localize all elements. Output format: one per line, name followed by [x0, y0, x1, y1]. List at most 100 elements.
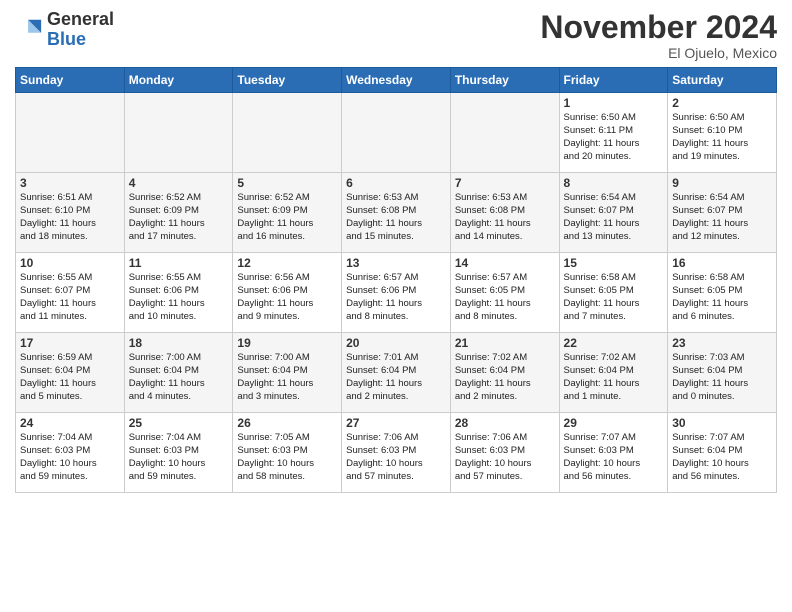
calendar-header-wednesday: Wednesday — [342, 68, 451, 93]
day-info: Sunrise: 6:59 AM Sunset: 6:04 PM Dayligh… — [20, 352, 120, 403]
calendar-cell: 18 Sunrise: 7:00 AM Sunset: 6:04 PM Dayli… — [124, 333, 233, 413]
calendar-header-sunday: Sunday — [16, 68, 125, 93]
day-info: Sunrise: 7:07 AM Sunset: 6:04 PM Dayligh… — [672, 432, 772, 483]
day-number: 1 — [564, 96, 664, 110]
calendar-table: SundayMondayTuesdayWednesdayThursdayFrid… — [15, 67, 777, 493]
calendar-header-monday: Monday — [124, 68, 233, 93]
day-number: 22 — [564, 336, 664, 350]
calendar-cell: 12 Sunrise: 6:56 AM Sunset: 6:06 PM Dayli… — [233, 253, 342, 333]
calendar-header-thursday: Thursday — [450, 68, 559, 93]
day-info: Sunrise: 6:58 AM Sunset: 6:05 PM Dayligh… — [564, 272, 664, 323]
header: General Blue November 2024 El Ojuelo, Me… — [15, 10, 777, 61]
day-number: 14 — [455, 256, 555, 270]
calendar-cell — [16, 93, 125, 173]
calendar-cell: 21 Sunrise: 7:02 AM Sunset: 6:04 PM Dayli… — [450, 333, 559, 413]
calendar-cell: 16Sunrise: 6:58 AM Sunset: 6:05 PM Dayli… — [668, 253, 777, 333]
day-info: Sunrise: 7:07 AM Sunset: 6:03 PM Dayligh… — [564, 432, 664, 483]
calendar-cell: 1 Sunrise: 6:50 AM Sunset: 6:11 PM Daylig… — [559, 93, 668, 173]
calendar-cell — [233, 93, 342, 173]
day-info: Sunrise: 6:57 AM Sunset: 6:06 PM Dayligh… — [346, 272, 446, 323]
calendar-cell — [450, 93, 559, 173]
day-number: 16 — [672, 256, 772, 270]
calendar-cell: 8 Sunrise: 6:54 AM Sunset: 6:07 PM Daylig… — [559, 173, 668, 253]
day-info: Sunrise: 6:50 AM Sunset: 6:10 PM Dayligh… — [672, 112, 772, 163]
calendar-cell — [124, 93, 233, 173]
day-info: Sunrise: 7:00 AM Sunset: 6:04 PM Dayligh… — [237, 352, 337, 403]
day-info: Sunrise: 6:52 AM Sunset: 6:09 PM Dayligh… — [237, 192, 337, 243]
day-number: 20 — [346, 336, 446, 350]
day-info: Sunrise: 7:04 AM Sunset: 6:03 PM Dayligh… — [20, 432, 120, 483]
location: El Ojuelo, Mexico — [540, 45, 777, 61]
calendar-week-row: 24 Sunrise: 7:04 AM Sunset: 6:03 PM Dayli… — [16, 413, 777, 493]
day-info: Sunrise: 6:54 AM Sunset: 6:07 PM Dayligh… — [672, 192, 772, 243]
logo-general-text: General — [47, 10, 114, 30]
calendar-cell: 14 Sunrise: 6:57 AM Sunset: 6:05 PM Dayli… — [450, 253, 559, 333]
day-number: 26 — [237, 416, 337, 430]
calendar-cell: 29 Sunrise: 7:07 AM Sunset: 6:03 PM Dayli… — [559, 413, 668, 493]
day-number: 19 — [237, 336, 337, 350]
calendar-header-saturday: Saturday — [668, 68, 777, 93]
day-number: 12 — [237, 256, 337, 270]
page: General Blue November 2024 El Ojuelo, Me… — [0, 0, 792, 612]
calendar-cell — [342, 93, 451, 173]
day-number: 28 — [455, 416, 555, 430]
day-number: 11 — [129, 256, 229, 270]
day-number: 29 — [564, 416, 664, 430]
calendar-cell: 11 Sunrise: 6:55 AM Sunset: 6:06 PM Dayli… — [124, 253, 233, 333]
day-info: Sunrise: 7:03 AM Sunset: 6:04 PM Dayligh… — [672, 352, 772, 403]
day-number: 10 — [20, 256, 120, 270]
day-number: 13 — [346, 256, 446, 270]
day-number: 9 — [672, 176, 772, 190]
day-info: Sunrise: 7:00 AM Sunset: 6:04 PM Dayligh… — [129, 352, 229, 403]
calendar-cell: 4Sunrise: 6:52 AM Sunset: 6:09 PM Daylig… — [124, 173, 233, 253]
day-number: 24 — [20, 416, 120, 430]
day-number: 15 — [564, 256, 664, 270]
day-number: 2 — [672, 96, 772, 110]
day-number: 25 — [129, 416, 229, 430]
calendar-header-tuesday: Tuesday — [233, 68, 342, 93]
calendar-week-row: 10Sunrise: 6:55 AM Sunset: 6:07 PM Dayli… — [16, 253, 777, 333]
title-block: November 2024 El Ojuelo, Mexico — [540, 10, 777, 61]
day-info: Sunrise: 6:54 AM Sunset: 6:07 PM Dayligh… — [564, 192, 664, 243]
day-number: 8 — [564, 176, 664, 190]
calendar-cell: 19 Sunrise: 7:00 AM Sunset: 6:04 PM Dayli… — [233, 333, 342, 413]
logo-text: General Blue — [47, 10, 114, 50]
calendar-cell: 5 Sunrise: 6:52 AM Sunset: 6:09 PM Daylig… — [233, 173, 342, 253]
calendar-cell: 25 Sunrise: 7:04 AM Sunset: 6:03 PM Dayli… — [124, 413, 233, 493]
calendar-cell: 7 Sunrise: 6:53 AM Sunset: 6:08 PM Daylig… — [450, 173, 559, 253]
calendar-cell: 28 Sunrise: 7:06 AM Sunset: 6:03 PM Dayli… — [450, 413, 559, 493]
day-info: Sunrise: 7:04 AM Sunset: 6:03 PM Dayligh… — [129, 432, 229, 483]
calendar-header-friday: Friday — [559, 68, 668, 93]
day-info: Sunrise: 6:55 AM Sunset: 6:06 PM Dayligh… — [129, 272, 229, 323]
day-number: 21 — [455, 336, 555, 350]
calendar-cell: 20 Sunrise: 7:01 AM Sunset: 6:04 PM Dayli… — [342, 333, 451, 413]
day-info: Sunrise: 7:06 AM Sunset: 6:03 PM Dayligh… — [455, 432, 555, 483]
calendar-cell: 13 Sunrise: 6:57 AM Sunset: 6:06 PM Dayli… — [342, 253, 451, 333]
calendar-cell: 22Sunrise: 7:02 AM Sunset: 6:04 PM Dayli… — [559, 333, 668, 413]
calendar-week-row: 1 Sunrise: 6:50 AM Sunset: 6:11 PM Daylig… — [16, 93, 777, 173]
day-info: Sunrise: 6:52 AM Sunset: 6:09 PM Dayligh… — [129, 192, 229, 243]
day-number: 5 — [237, 176, 337, 190]
day-info: Sunrise: 6:50 AM Sunset: 6:11 PM Dayligh… — [564, 112, 664, 163]
calendar-cell: 24 Sunrise: 7:04 AM Sunset: 6:03 PM Dayli… — [16, 413, 125, 493]
calendar-cell: 23Sunrise: 7:03 AM Sunset: 6:04 PM Dayli… — [668, 333, 777, 413]
logo-blue-text: Blue — [47, 30, 114, 50]
day-info: Sunrise: 7:05 AM Sunset: 6:03 PM Dayligh… — [237, 432, 337, 483]
calendar-cell: 9 Sunrise: 6:54 AM Sunset: 6:07 PM Daylig… — [668, 173, 777, 253]
day-info: Sunrise: 6:56 AM Sunset: 6:06 PM Dayligh… — [237, 272, 337, 323]
day-info: Sunrise: 6:57 AM Sunset: 6:05 PM Dayligh… — [455, 272, 555, 323]
day-number: 18 — [129, 336, 229, 350]
calendar-cell: 26 Sunrise: 7:05 AM Sunset: 6:03 PM Dayli… — [233, 413, 342, 493]
calendar-cell: 17 Sunrise: 6:59 AM Sunset: 6:04 PM Dayli… — [16, 333, 125, 413]
calendar-cell: 15 Sunrise: 6:58 AM Sunset: 6:05 PM Dayli… — [559, 253, 668, 333]
day-info: Sunrise: 6:53 AM Sunset: 6:08 PM Dayligh… — [455, 192, 555, 243]
day-number: 17 — [20, 336, 120, 350]
logo: General Blue — [15, 10, 114, 50]
day-info: Sunrise: 7:01 AM Sunset: 6:04 PM Dayligh… — [346, 352, 446, 403]
month-title: November 2024 — [540, 10, 777, 45]
day-number: 3 — [20, 176, 120, 190]
day-info: Sunrise: 7:02 AM Sunset: 6:04 PM Dayligh… — [455, 352, 555, 403]
day-number: 7 — [455, 176, 555, 190]
calendar-cell: 10Sunrise: 6:55 AM Sunset: 6:07 PM Dayli… — [16, 253, 125, 333]
day-info: Sunrise: 6:51 AM Sunset: 6:10 PM Dayligh… — [20, 192, 120, 243]
